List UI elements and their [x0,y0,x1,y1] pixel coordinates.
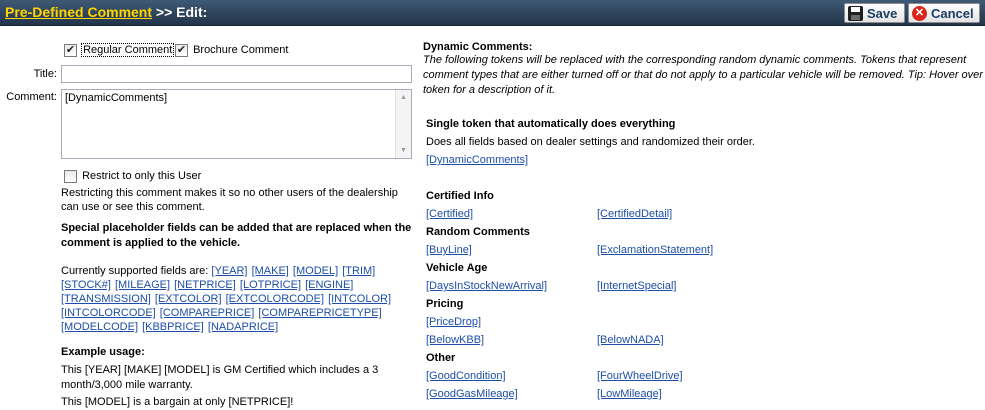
field-token-make[interactable]: [MAKE] [252,265,289,277]
restrict-option: Restrict to only this User [64,170,201,186]
checkmark-icon: ✔ [176,44,187,56]
section-certified-info: Certified Info [426,190,494,202]
dynamic-comments-description: The following tokens will be replaced wi… [423,54,983,96]
field-token-modelcode[interactable]: [MODELCODE] [61,321,138,333]
brochure-comment-label: Brochure Comment [193,44,289,56]
regular-comment-checkbox[interactable]: ✔ [64,44,77,57]
checkmark-icon: ✔ [65,44,76,56]
section-other: Other [426,352,456,364]
brochure-comment-checkbox[interactable]: ✔ [175,44,188,57]
field-token-transmission[interactable]: [TRANSMISSION] [61,293,151,305]
regular-comment-label: Regular Comment [81,43,175,57]
field-token-engine[interactable]: [ENGINE] [305,279,353,291]
scroll-down-icon[interactable]: ▼ [396,143,411,158]
section-vehicle-age: Vehicle Age [426,262,488,274]
single-token-heading: Single token that automatically does eve… [426,118,676,130]
token-certified-detail[interactable]: [CertifiedDetail] [597,208,672,220]
restrict-user-checkbox[interactable] [64,170,77,183]
field-token-model[interactable]: [MODEL] [293,265,338,277]
field-token-kbbprice[interactable]: [KBBPRICE] [142,321,204,333]
field-token-compareprice[interactable]: [COMPAREPRICE] [160,307,255,319]
token-low-mileage[interactable]: [LowMileage] [597,388,662,400]
restrict-label: Restrict to only this User [82,170,202,182]
token-good-gas-mileage[interactable]: [GoodGasMileage] [426,388,518,400]
token-price-drop[interactable]: [PriceDrop] [426,316,481,328]
field-token-extcolor[interactable]: [EXTCOLOR] [155,293,222,305]
field-token-intcolorcode[interactable]: [INTCOLORCODE] [61,307,156,319]
breadcrumb-current: >> Edit: [152,4,208,20]
supported-fields: Currently supported fields are: [YEAR] [… [61,264,416,334]
comment-label: Comment: [6,91,57,103]
placeholder-heading: Special placeholder fields can be added … [61,222,412,249]
save-button[interactable]: Save [844,3,905,23]
token-four-wheel-drive[interactable]: [FourWheelDrive] [597,370,683,382]
section-pricing: Pricing [426,298,464,310]
page-header: Pre-Defined Comment >> Edit: Save ✕ Canc… [0,0,985,26]
token-below-kbb[interactable]: [BelowKBB] [426,334,484,346]
breadcrumb-link-predefined-comment[interactable]: Pre-Defined Comment [5,4,152,20]
comment-textarea[interactable]: [DynamicComments] ▲ ▼ [61,89,412,159]
comment-scrollbar[interactable]: ▲ ▼ [395,90,411,158]
cancel-button[interactable]: ✕ Cancel [908,3,980,23]
token-certified[interactable]: [Certified] [426,208,473,220]
x-circle-icon: ✕ [912,5,927,21]
example-usage-1: This [YEAR] [MAKE] [MODEL] is GM Certifi… [61,364,379,391]
save-button-label: Save [867,5,898,21]
token-exclamation-statement[interactable]: [ExclamationStatement] [597,244,713,256]
supported-fields-prefix: Currently supported fields are: [61,265,212,277]
field-token-nadaprice[interactable]: [NADAPRICE] [208,321,278,333]
field-token-mileage[interactable]: [MILEAGE] [115,279,170,291]
token-below-nada[interactable]: [BelowNADA] [597,334,664,346]
cancel-button-label: Cancel [931,5,974,21]
field-token-stock[interactable]: [STOCK#] [61,279,111,291]
scroll-up-icon[interactable]: ▲ [396,90,411,105]
example-usage-2: This [MODEL] is a bargain at only [NETPR… [61,396,294,408]
token-buy-line[interactable]: [BuyLine] [426,244,472,256]
field-token-extcolorcode[interactable]: [EXTCOLORCODE] [226,293,324,305]
example-heading: Example usage: [61,346,145,358]
token-internet-special[interactable]: [InternetSpecial] [597,280,677,292]
section-random-comments: Random Comments [426,226,530,238]
title-label: Title: [33,68,57,80]
token-days-in-stock-new-arrival[interactable]: [DaysInStockNewArrival] [426,280,547,292]
restrict-note: Restricting this comment makes it so no … [61,187,398,213]
field-token-intcolor[interactable]: [INTCOLOR] [328,293,391,305]
dynamic-comments-heading: Dynamic Comments: [423,41,533,53]
field-token-comparepricetype[interactable]: [COMPAREPRICETYPE] [258,307,381,319]
brochure-comment-option: ✔ Brochure Comment [175,44,288,57]
token-good-condition[interactable]: [GoodCondition] [426,370,506,382]
token-dynamic-comments[interactable]: [DynamicComments] [426,154,528,166]
title-input[interactable] [61,65,412,83]
floppy-disk-icon [848,5,863,21]
field-token-trim[interactable]: [TRIM] [342,265,375,277]
page-title: Pre-Defined Comment >> Edit: [5,4,207,20]
single-token-description: Does all fields based on dealer settings… [426,136,755,148]
comment-text: [DynamicComments] [65,92,168,104]
field-token-year[interactable]: [YEAR] [211,265,247,277]
regular-comment-option: ✔ Regular Comment [64,43,175,57]
field-token-netprice[interactable]: [NETPRICE] [174,279,236,291]
field-token-lotprice[interactable]: [LOTPRICE] [240,279,301,291]
